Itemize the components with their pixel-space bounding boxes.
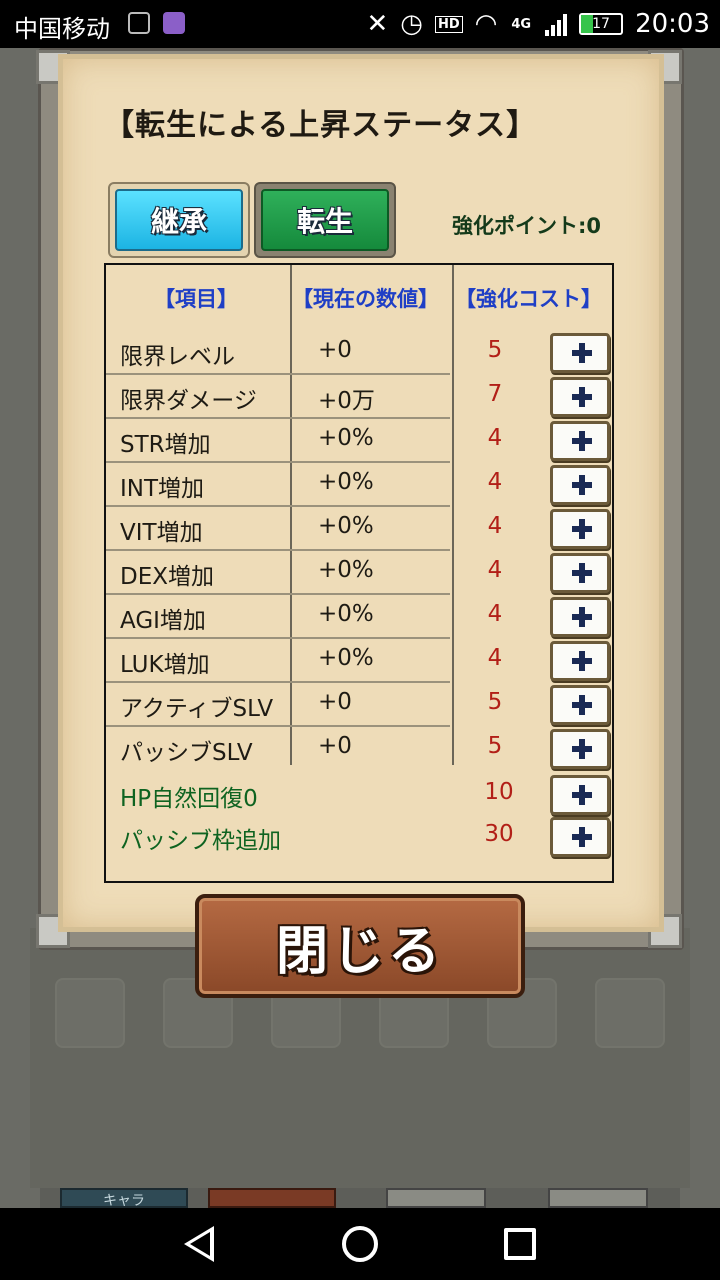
stat-cost: 4 — [487, 513, 503, 539]
slot — [595, 978, 665, 1048]
table-row: 限界レベル +0 5 — [106, 331, 612, 375]
table-row: 限界ダメージ +0万 7 — [106, 375, 612, 419]
navigation-bar — [0, 1208, 720, 1280]
status-table: 【項目】 【現在の数値】 【強化コスト】 限界レベル +0 5 限界ダメージ +… — [104, 263, 614, 883]
stat-name: 限界レベル — [120, 344, 235, 370]
plus-button[interactable] — [550, 553, 610, 593]
header-item: 【項目】 — [154, 287, 238, 311]
stat-cost: 4 — [487, 645, 503, 671]
battery-level: 17 — [592, 16, 610, 32]
plus-button[interactable] — [550, 377, 610, 417]
status-bar: 中国移动 ✕ ◷ HD ◠ 4G 17 20:03 — [0, 0, 720, 48]
stat-value: +0% — [318, 601, 374, 627]
dialog-title: 【転生による上昇ステータス】 — [104, 108, 538, 143]
extra-name: HP自然回復0 — [120, 786, 258, 812]
header-current-value: 【現在の数値】 — [292, 287, 439, 311]
network-type: 4G — [511, 16, 532, 32]
tab-reborn-label: 転生 — [261, 189, 389, 251]
clock: 20:03 — [635, 9, 710, 39]
prev-arrow-button — [386, 1188, 486, 1208]
next-arrow-button — [548, 1188, 648, 1208]
table-row: INT増加 +0% 4 — [106, 463, 612, 507]
close-button[interactable]: 閉じる — [195, 894, 525, 998]
tab-chara: キャラ — [60, 1188, 188, 1208]
stat-cost: 5 — [487, 337, 503, 363]
stat-value: +0万 — [318, 388, 375, 414]
plus-button[interactable] — [550, 421, 610, 461]
background-tabs: キャラ — [60, 1188, 660, 1208]
stat-cost: 7 — [487, 381, 503, 407]
tab-reborn[interactable]: 転生 — [254, 182, 396, 258]
signal-icon — [545, 12, 568, 36]
plus-button[interactable] — [550, 333, 610, 373]
table-row: AGI増加 +0% 4 — [106, 595, 612, 639]
stat-cost: 4 — [487, 601, 503, 627]
stat-name: LUK増加 — [120, 652, 210, 678]
enhance-points: 強化ポイント:0 — [452, 214, 602, 238]
stat-cost: 5 — [487, 733, 503, 759]
header-enhance-cost: 【強化コスト】 — [455, 287, 602, 311]
plus-button[interactable] — [550, 597, 610, 637]
plus-button[interactable] — [550, 465, 610, 505]
tab-inherit-label: 継承 — [115, 189, 243, 251]
stat-name: DEX増加 — [120, 564, 214, 590]
tab-inherit[interactable]: 継承 — [108, 182, 250, 258]
stat-cost: 4 — [487, 425, 503, 451]
plus-button[interactable] — [550, 685, 610, 725]
stat-value: +0% — [318, 469, 374, 495]
table-row: STR増加 +0% 4 — [106, 419, 612, 463]
game-screen: キャラ 【転生による上昇ステータス】 継承 転生 強化ポイント:0 【項目】 【… — [0, 48, 720, 1208]
wifi-icon: ◠ — [474, 9, 498, 39]
extra-cost: 30 — [484, 821, 514, 847]
stat-value: +0 — [318, 337, 352, 363]
stat-name: STR増加 — [120, 432, 211, 458]
stat-name: アクティブSLV — [120, 696, 274, 722]
table-row: LUK増加 +0% 4 — [106, 639, 612, 683]
table-row: VIT増加 +0% 4 — [106, 507, 612, 551]
slot — [55, 978, 125, 1048]
stat-name: パッシブSLV — [120, 740, 253, 766]
app-notification-icon — [163, 12, 185, 34]
extra-row: パッシブ枠追加 30 — [106, 815, 612, 859]
stat-value: +0% — [318, 645, 374, 671]
notification-icon — [128, 12, 150, 34]
alarm-icon: ◷ — [400, 9, 423, 39]
tab-red — [208, 1188, 336, 1208]
table-row: パッシブSLV +0 5 — [106, 727, 612, 771]
stat-value: +0% — [318, 557, 374, 583]
plus-button[interactable] — [550, 775, 610, 815]
battery-icon: 17 — [579, 13, 624, 35]
plus-button[interactable] — [550, 641, 610, 681]
stat-cost: 5 — [487, 689, 503, 715]
back-icon[interactable] — [184, 1226, 214, 1262]
extra-row: HP自然回復0 10 — [106, 773, 612, 817]
stat-value: +0% — [318, 425, 374, 451]
stat-name: 限界ダメージ — [120, 388, 257, 414]
stat-value: +0 — [318, 733, 352, 759]
stat-cost: 4 — [487, 469, 503, 495]
stat-cost: 4 — [487, 557, 503, 583]
stat-value: +0% — [318, 513, 374, 539]
home-icon[interactable] — [342, 1226, 378, 1262]
recent-apps-icon[interactable] — [504, 1228, 536, 1260]
stat-name: VIT増加 — [120, 520, 203, 546]
close-button-label: 閉じる — [275, 921, 444, 982]
stat-name: INT増加 — [120, 476, 205, 502]
stat-value: +0 — [318, 689, 352, 715]
plus-button[interactable] — [550, 509, 610, 549]
table-row: アクティブSLV +0 5 — [106, 683, 612, 727]
extra-cost: 10 — [484, 779, 514, 805]
plus-button[interactable] — [550, 817, 610, 857]
table-row: DEX増加 +0% 4 — [106, 551, 612, 595]
stat-name: AGI増加 — [120, 608, 206, 634]
extra-name: パッシブ枠追加 — [120, 828, 281, 854]
plus-button[interactable] — [550, 729, 610, 769]
hd-badge: HD — [434, 15, 463, 33]
mute-icon: ✕ — [366, 9, 389, 39]
carrier-name: 中国移动 — [14, 15, 110, 43]
